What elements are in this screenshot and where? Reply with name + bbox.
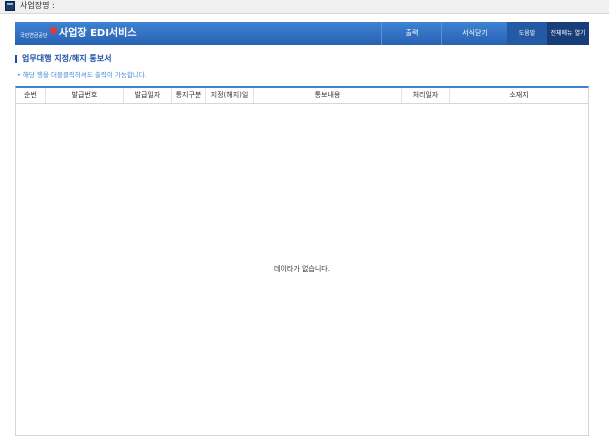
col-header-designation-date[interactable]: 지정(해지)일 [206,88,254,103]
logo-mark-icon [50,27,57,34]
col-header-issue-date[interactable]: 발급일자 [124,88,172,103]
close-form-button[interactable]: 서식닫기 [441,22,508,45]
col-header-process-date[interactable]: 처리일자 [402,88,450,103]
hint-text: • 해당 행을 더블클릭하셔도 출력이 가능합니다. [17,71,147,79]
col-header-notice-content[interactable]: 통보내용 [254,88,402,103]
app-title: 사업장 EDI서비스 [59,28,137,39]
all-menu-button[interactable]: 전체메뉴 열기 [547,22,589,45]
logo-text: 국민연금공단 [20,33,48,39]
col-header-seq[interactable]: 순번 [16,88,46,103]
col-header-notice-type[interactable]: 통지구분 [172,88,206,103]
notice-table: 순번 발급번호 발급일자 통지구분 지정(해지)일 통보내용 처리일자 소재지 … [15,86,589,436]
heading-bar-icon [15,55,17,63]
col-header-location[interactable]: 소재지 [450,88,588,103]
help-button[interactable]: 도움말 [507,22,547,45]
top-info-strip: 사업장명 : [0,0,609,14]
header-bar: 국민연금공단 사업장 EDI서비스 출력 서식닫기 도움말 전체메뉴 열기 [15,22,589,45]
col-header-issue-no[interactable]: 발급번호 [46,88,124,103]
nps-logo: 국민연금공단 [20,27,58,42]
window-icon [5,1,15,11]
empty-message: 데이타가 없습니다. [274,265,330,273]
business-name-label: 사업장명 : [20,1,55,10]
table-header-row: 순번 발급번호 발급일자 통지구분 지정(해지)일 통보내용 처리일자 소재지 [16,88,588,104]
section-title: 업무대행 지정/해지 통보서 [22,54,112,63]
print-button[interactable]: 출력 [381,22,442,45]
